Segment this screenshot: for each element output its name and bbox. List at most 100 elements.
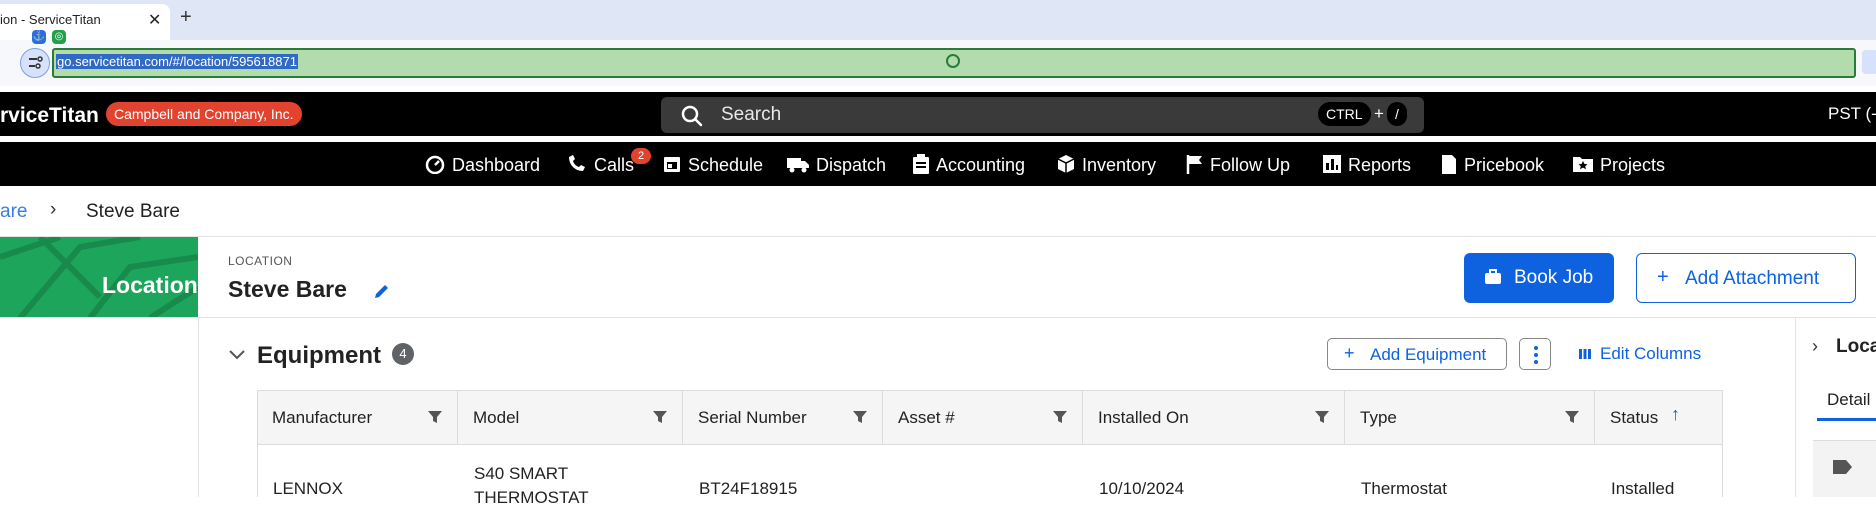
flag-icon xyxy=(1186,155,1202,174)
add-equipment-button[interactable]: + Add Equipment xyxy=(1327,338,1507,370)
timezone-label[interactable]: PST (- xyxy=(1828,104,1876,124)
cell-serial-number: BT24F18915 xyxy=(699,479,798,498)
nav-label: Projects xyxy=(1600,155,1666,175)
nav-label: Follow Up xyxy=(1210,155,1291,175)
column-header-serial-number[interactable]: Serial Number xyxy=(683,390,883,445)
equipment-title: Equipment xyxy=(257,342,381,369)
nav-reports[interactable]: Reports xyxy=(1322,154,1411,176)
url-text[interactable]: go.servicetitan.com/#/location/595618871 xyxy=(56,54,298,69)
nav-follow-up[interactable]: Follow Up xyxy=(1186,154,1290,176)
briefcase-icon xyxy=(1484,269,1502,291)
breadcrumb-previous-link[interactable]: are xyxy=(0,201,27,223)
column-header-installed-on[interactable]: Installed On xyxy=(1083,390,1345,445)
truck-icon xyxy=(787,158,809,173)
edit-columns-button[interactable]: Edit Columns xyxy=(1578,344,1701,364)
cell-type: Thermostat xyxy=(1361,479,1447,498)
column-label: Status xyxy=(1610,408,1659,427)
box-icon xyxy=(1057,155,1075,173)
nav-label: Schedule xyxy=(688,155,764,175)
search-icon xyxy=(680,104,704,133)
chevron-right-icon[interactable]: › xyxy=(1812,336,1818,357)
column-header-asset[interactable]: Asset # xyxy=(883,390,1083,445)
book-icon xyxy=(1442,155,1456,174)
filter-icon[interactable] xyxy=(852,409,868,430)
plus-icon: + xyxy=(1657,266,1669,288)
shortcut-key-slash: / xyxy=(1387,102,1407,126)
target-icon: ◎ xyxy=(52,30,66,44)
cell-status: Installed xyxy=(1611,479,1675,498)
breadcrumb-separator-icon: › xyxy=(50,199,57,220)
column-header-status[interactable]: Status ↑ xyxy=(1595,390,1715,445)
filter-icon[interactable] xyxy=(1052,409,1068,430)
cell-installed-on: 10/10/2024 xyxy=(1099,479,1185,498)
add-equipment-label: Add Equipment xyxy=(1370,345,1487,364)
bar-chart-icon xyxy=(1323,155,1341,173)
search-placeholder: Search xyxy=(721,104,782,125)
column-label: Serial Number xyxy=(698,408,807,427)
clipboard-icon xyxy=(913,154,929,174)
tab-details[interactable]: Detail xyxy=(1827,390,1870,410)
folder-star-icon xyxy=(1573,157,1593,172)
nav-pricebook[interactable]: Pricebook xyxy=(1440,154,1544,176)
nav-dispatch[interactable]: Dispatch xyxy=(786,154,886,176)
cell-manufacturer: LENNOX xyxy=(273,479,343,498)
org-badge[interactable]: Campbell and Company, Inc. xyxy=(106,102,302,126)
location-name: Steve Bare xyxy=(228,276,347,302)
add-attachment-button[interactable]: + Add Attachment xyxy=(1636,253,1856,303)
breadcrumb-current: Steve Bare xyxy=(86,201,180,222)
more-options-button[interactable] xyxy=(1519,338,1551,370)
sort-ascending-icon[interactable]: ↑ xyxy=(1671,404,1680,425)
anchor-icon: ⚓ xyxy=(32,30,46,44)
locate-icon xyxy=(946,54,960,68)
divider xyxy=(0,236,1876,237)
column-header-type[interactable]: Type xyxy=(1345,390,1595,445)
filter-icon[interactable] xyxy=(427,409,443,430)
phone-icon xyxy=(569,155,585,171)
nav-dashboard[interactable]: Dashboard xyxy=(424,154,540,176)
edit-pencil-icon[interactable] xyxy=(373,282,391,305)
column-label: Model xyxy=(473,408,520,427)
nav-schedule[interactable]: Schedule xyxy=(662,154,763,176)
nav-label: Reports xyxy=(1348,155,1412,175)
close-tab-icon[interactable]: ✕ xyxy=(148,10,161,30)
calls-badge: 2 xyxy=(631,148,651,164)
edit-columns-label: Edit Columns xyxy=(1600,344,1702,363)
cell-model-line2: THERMOSTAT xyxy=(474,488,589,507)
column-label: Manufacturer xyxy=(272,408,373,427)
active-tab-indicator xyxy=(1817,418,1876,421)
column-header-manufacturer[interactable]: Manufacturer xyxy=(257,390,458,445)
site-settings-icon[interactable] xyxy=(20,48,50,78)
nav-inventory[interactable]: Inventory xyxy=(1056,154,1156,176)
column-header-model[interactable]: Model xyxy=(458,390,683,445)
nav-label: Dashboard xyxy=(452,155,541,175)
right-panel-title: Loca xyxy=(1836,336,1876,357)
book-job-label: Book Job xyxy=(1514,267,1594,288)
nav-label: Inventory xyxy=(1082,155,1157,175)
column-label: Asset # xyxy=(898,408,955,427)
divider xyxy=(1795,317,1796,497)
servicetitan-logo[interactable]: rviceTitan xyxy=(0,104,99,128)
location-panel-label: Location xyxy=(102,272,198,298)
filter-icon[interactable] xyxy=(1314,409,1330,430)
shortcut-plus: + xyxy=(1374,104,1384,123)
calendar-icon xyxy=(664,157,680,172)
nav-label: Calls xyxy=(594,155,635,175)
equipment-count-badge: 4 xyxy=(392,343,414,365)
nav-projects[interactable]: Projects xyxy=(1572,154,1665,176)
browser-tab-title: ion - ServiceTitan xyxy=(0,12,101,27)
book-job-button[interactable]: Book Job xyxy=(1464,253,1614,303)
new-tab-icon[interactable]: + xyxy=(180,6,192,29)
filter-icon[interactable] xyxy=(1564,409,1580,430)
extension-icon[interactable] xyxy=(1862,50,1876,74)
tag-icon xyxy=(1832,458,1854,481)
nav-calls[interactable]: Calls xyxy=(566,154,634,176)
browser-tab[interactable]: ion - ServiceTitan ✕ xyxy=(0,4,170,40)
column-label: Type xyxy=(1360,408,1397,427)
location-kicker: LOCATION xyxy=(228,254,293,268)
nav-label: Pricebook xyxy=(1464,155,1545,175)
add-attachment-label: Add Attachment xyxy=(1685,268,1820,289)
nav-accounting[interactable]: Accounting xyxy=(912,154,1025,176)
cell-model: S40 SMART xyxy=(474,464,569,483)
filter-icon[interactable] xyxy=(652,409,668,430)
chevron-down-icon[interactable] xyxy=(228,345,246,366)
